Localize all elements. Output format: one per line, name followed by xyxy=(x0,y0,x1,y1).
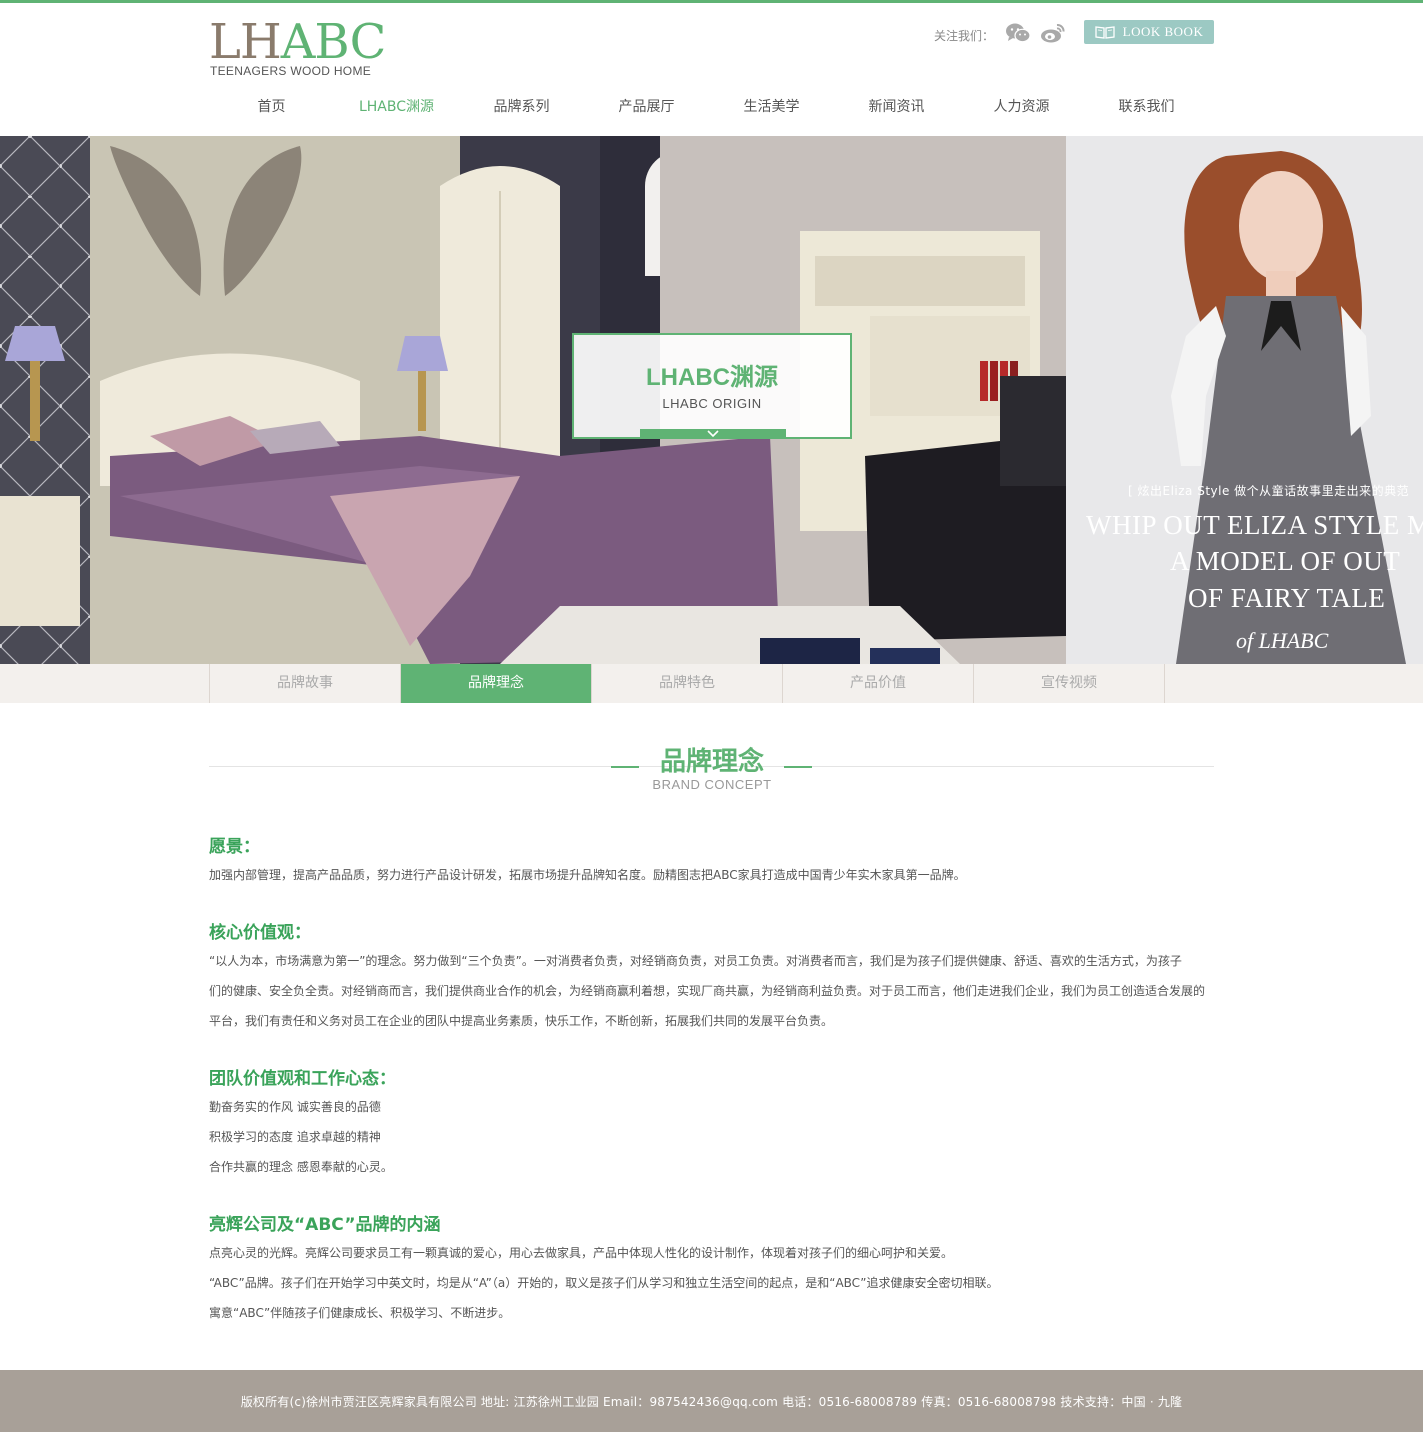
brand-meaning-line: “ABC”品牌。孩子们在开始学习中英文时，均是从“A”（a）开始的，取义是孩子们… xyxy=(209,1276,999,1290)
promo-line-2: A MODEL OF OUT xyxy=(1170,546,1401,576)
wechat-icon[interactable] xyxy=(1005,22,1031,44)
promo-line-1: WHIP OUT ELIZA STYLE M xyxy=(1086,510,1423,540)
vision-heading: 愿景： xyxy=(209,837,260,857)
brand-meaning-line: 点亮心灵的光辉。亮辉公司要求员工有一颗真诚的爱心，用心去做家具，产品中体现人性化… xyxy=(209,1246,954,1260)
follow-label: 关注我们： xyxy=(934,29,995,43)
nav-item-home[interactable]: 首页 xyxy=(209,96,334,118)
chevron-down-icon[interactable] xyxy=(640,429,786,439)
banner-title: LHABC渊源 xyxy=(646,364,778,391)
subtab-product-value[interactable]: 产品价值 xyxy=(783,664,974,703)
brand-meaning-line: 寓意“ABC”伴随孩子们健康成长、积极学习、不断进步。 xyxy=(209,1306,511,1320)
promo-tagline: [ 炫出Eliza Style 做个从童话故事里走出来的典范 xyxy=(1128,484,1410,498)
logo-tagline: TEENAGERS WOOD HOME xyxy=(210,64,372,78)
nav-item-contact[interactable]: 联系我们 xyxy=(1084,96,1209,118)
promo-line-3: OF FAIRY TALE xyxy=(1188,583,1386,613)
core-values-heading: 核心价值观： xyxy=(209,923,311,943)
vision-text: 加强内部管理，提高产品品质，努力进行产品设计研发，拓展市场提升品牌知名度。励精图… xyxy=(209,868,966,882)
team-values-heading: 团队价值观和工作心态： xyxy=(209,1069,396,1089)
nav-item-hr[interactable]: 人力资源 xyxy=(959,96,1084,118)
team-values-line: 合作共赢的理念 感恩奉献的心灵。 xyxy=(209,1160,393,1174)
nav-item-news[interactable]: 新闻资讯 xyxy=(834,96,959,118)
section-subtitle: BRAND CONCEPT xyxy=(652,777,772,792)
core-values-line: “以人为本，市场满意为第一”的理念。努力做到“三个负责”。一对消费者负责，对经销… xyxy=(209,954,1182,968)
logo[interactable]: LHABC TEENAGERS WOOD HOME xyxy=(209,18,399,80)
bedroom-scene-image xyxy=(0,136,1066,664)
footer: 版权所有(c)徐州市贾汪区亮辉家具有限公司 地址: 江苏徐州工业园 Email：… xyxy=(0,1370,1423,1432)
banner-subtitle: LHABC ORIGIN xyxy=(662,396,762,411)
nav-item-origin[interactable]: LHABC渊源 xyxy=(334,96,459,118)
footer-copyright: 版权所有(c)徐州市贾汪区亮辉家具有限公司 地址: 江苏徐州工业园 Email：… xyxy=(240,1394,1183,1409)
promo-signature: of LHABC xyxy=(1236,628,1329,653)
article-body: 愿景： 加强内部管理，提高产品品质，努力进行产品设计研发，拓展市场提升品牌知名度… xyxy=(209,834,1214,1328)
nav-item-life-aesthetics[interactable]: 生活美学 xyxy=(709,96,834,118)
brand-meaning-heading: 亮辉公司及“ABC”品牌的内涵 xyxy=(209,1215,441,1235)
team-values-line: 勤奋务实的作风 诚实善良的品德 xyxy=(209,1100,381,1114)
subtabs: 品牌故事 品牌理念 品牌特色 产品价值 宣传视频 xyxy=(209,664,1165,703)
lookbook-label: LOOK BOOK xyxy=(1122,24,1204,39)
subtab-promo-video[interactable]: 宣传视频 xyxy=(974,664,1165,703)
top-accent-line xyxy=(0,0,1423,3)
nav-item-brand-series[interactable]: 品牌系列 xyxy=(459,96,584,118)
section-title: 品牌理念 xyxy=(659,747,764,777)
core-values-line: 平台，我们有责任和义务对员工在企业的团队中提高业务素质，快乐工作，不断创新，拓展… xyxy=(209,1014,834,1028)
subtab-brand-concept[interactable]: 品牌理念 xyxy=(401,664,592,703)
book-icon xyxy=(1094,26,1115,39)
subtab-brand-story[interactable]: 品牌故事 xyxy=(210,664,401,703)
promo-panel[interactable]: [ 炫出Eliza Style 做个从童话故事里走出来的典范 WHIP OUT … xyxy=(1066,136,1423,664)
subtab-brand-features[interactable]: 品牌特色 xyxy=(592,664,783,703)
team-values-line: 积极学习的态度 追求卓越的精神 xyxy=(209,1130,381,1144)
core-values-line: 们的健康、安全负全责。对经销商而言，我们提供商业合作的机会，为经销商赢利着想，实… xyxy=(209,984,1206,998)
weibo-icon[interactable] xyxy=(1040,22,1065,44)
main-nav: 首页 LHABC渊源 品牌系列 产品展厅 生活美学 新闻资讯 人力资源 联系我们 xyxy=(209,96,1209,118)
banner-title-box: LHABC渊源 LHABC ORIGIN xyxy=(572,333,852,439)
hero-banner: LHABC渊源 LHABC ORIGIN [ 炫出Eliza Style 做个从… xyxy=(0,136,1423,664)
logo-wordmark: LHABC xyxy=(209,14,386,70)
nav-item-showroom[interactable]: 产品展厅 xyxy=(584,96,709,118)
lookbook-button[interactable]: LOOK BOOK xyxy=(1084,20,1214,44)
